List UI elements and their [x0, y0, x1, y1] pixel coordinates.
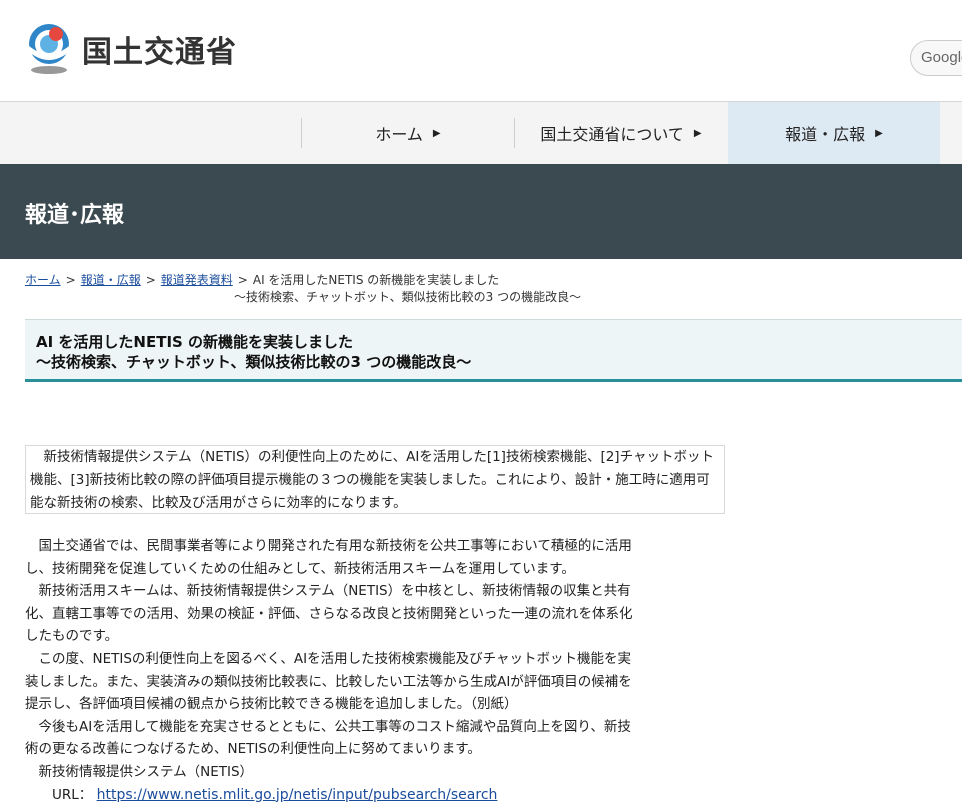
global-nav: ホーム ▶ 国土交通省について ▶ 報道・広報 ▶ [0, 102, 962, 164]
breadcrumb-current-line2: ～技術検索、チャットボット、類似技術比較の3 つの機能改良～ [234, 290, 582, 304]
body-paragraph: 国土交通省では、民間事業者等により開発された有用な新技術を公共工事等において積極… [25, 538, 632, 577]
article-summary: 新技術情報提供システム（NETIS）の利便性向上のために、AIを活用した[1]技… [25, 445, 725, 514]
nav-item-label: 報道・広報 [785, 125, 866, 144]
article-title-line2: ～技術検索、チャットボット、類似技術比較の3 つの機能改良～ [36, 353, 472, 371]
body-paragraph: 新技術情報提供システム（NETIS） [25, 763, 254, 780]
body-paragraph: 新技術活用スキームは、新技術情報提供システム（NETIS）を中核とし、新技術情報… [25, 583, 633, 645]
netis-url-link[interactable]: https://www.netis.mlit.go.jp/netis/input… [97, 787, 498, 803]
nav-item-press[interactable]: 報道・広報 ▶ [728, 102, 940, 164]
arrow-right-icon: ▶ [875, 127, 883, 139]
body-paragraph: 今後もAIを活用して機能を充実させるとともに、公共工事等のコスト縮減や品質向上を… [25, 718, 631, 758]
arrow-right-icon: ▶ [432, 127, 441, 139]
section-title: 報道･広報 [25, 203, 125, 228]
breadcrumb: ホーム > 報道・広報 > 報道発表資料 > AI を活用したNETIS の新機能を実装しま… [25, 272, 645, 306]
site-logo[interactable]: 国土交通省 [24, 22, 237, 76]
breadcrumb-separator: > [237, 273, 248, 287]
nav-item-home[interactable]: ホーム ▶ [302, 102, 514, 164]
body-paragraph: この度、NETISの利便性向上を図るべく、AIを活用した技術検索機能及びチャット… [25, 650, 632, 713]
article-title-line1: AI を活用したNETIS の新機能を実装しました [36, 333, 354, 351]
article-body: 国土交通省では、民間事業者等により開発された有用な新技術を公共工事等において積極… [25, 535, 635, 806]
netis-url-line: URL： https://www.netis.mlit.go.jp/netis/… [25, 784, 635, 807]
url-label: URL： [25, 786, 93, 803]
section-title-bar: 報道･広報 [0, 164, 962, 259]
arrow-right-icon: ▶ [693, 127, 702, 139]
breadcrumb-press-link[interactable]: 報道・広報 [81, 273, 141, 287]
breadcrumb-separator: > [65, 273, 76, 287]
nav-item-label: ホーム [375, 125, 423, 144]
breadcrumb-home-link[interactable]: ホーム [25, 273, 61, 287]
nav-item-about[interactable]: 国土交通省について ▶ [515, 102, 727, 164]
nav-item-label: 国土交通省について [540, 125, 684, 144]
site-header: 国土交通省 Google [0, 0, 962, 102]
breadcrumb-current-line1: AI を活用したNETIS の新機能を実装しました [252, 273, 500, 287]
site-name: 国土交通省 [82, 35, 237, 70]
article-heading: AI を活用したNETIS の新機能を実装しました ～技術検索、チャットボット、… [25, 319, 962, 382]
google-search-box[interactable]: Google [910, 40, 962, 76]
breadcrumb-separator: > [145, 273, 156, 287]
breadcrumb-releases-link[interactable]: 報道発表資料 [161, 273, 233, 287]
mlit-logo-icon [24, 22, 74, 76]
